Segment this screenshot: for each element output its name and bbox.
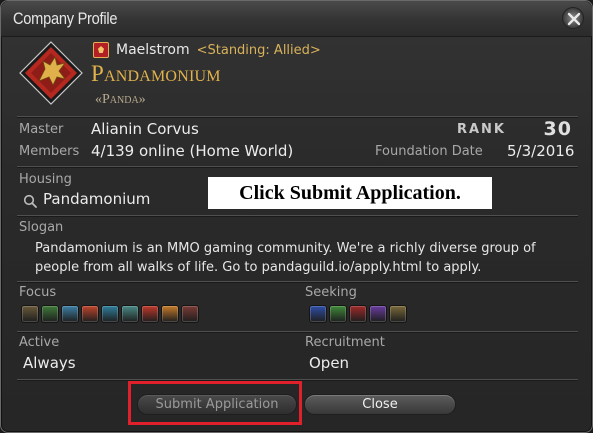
company-name: Pandamonium: [91, 61, 221, 86]
company-tag: «Panda»: [95, 92, 146, 107]
active-label: Active: [19, 335, 60, 350]
master-value: Alianin Corvus: [91, 120, 199, 138]
seeking-icons: [309, 305, 407, 323]
gatherer-icon: [389, 305, 407, 323]
title-bar: Company Profile: [1, 1, 592, 37]
seeking-label: Seeking: [305, 285, 357, 300]
divider: [17, 379, 578, 380]
members-label: Members: [19, 144, 80, 159]
healer-icon: [329, 305, 347, 323]
housing-label: Housing: [19, 172, 72, 187]
trials-icon: [141, 305, 159, 323]
role-playing-icon: [21, 305, 39, 323]
tank-icon: [309, 305, 327, 323]
master-label: Master: [19, 122, 64, 137]
divider: [17, 331, 578, 332]
guildhests-icon: [121, 305, 139, 323]
active-value: Always: [23, 354, 76, 372]
members-value: 4/139 online (Home World): [91, 142, 294, 160]
dungeons-icon: [101, 305, 119, 323]
divider: [17, 281, 578, 282]
company-profile-window: Company Profile Maelstrom <Standing: All…: [0, 0, 593, 433]
foundation-date-label: Foundation Date: [375, 144, 483, 159]
maelstrom-icon: [93, 42, 109, 58]
dps-icon: [349, 305, 367, 323]
divider: [17, 215, 578, 216]
grand-company-row: Maelstrom <Standing: Allied>: [93, 41, 321, 59]
crafter-icon: [369, 305, 387, 323]
close-button[interactable]: Close: [304, 394, 456, 415]
casual-icon: [61, 305, 79, 323]
housing-search-icon[interactable]: [23, 193, 37, 208]
divider: [17, 116, 578, 117]
rank-value: 30: [543, 118, 572, 140]
leveling-icon: [41, 305, 59, 323]
slogan-label: Slogan: [19, 220, 64, 235]
divider: [17, 166, 578, 167]
slogan-text: Pandamonium is an MMO gaming community. …: [35, 241, 536, 275]
highlight-box: [128, 381, 302, 425]
pvp-icon: [181, 305, 199, 323]
raids-icon: [161, 305, 179, 323]
housing-value[interactable]: Pandamonium: [43, 190, 150, 208]
close-window-icon[interactable]: [562, 7, 584, 29]
rank-label: RANK: [456, 122, 506, 137]
hardcore-icon: [81, 305, 99, 323]
grand-company-name: Maelstrom: [116, 42, 190, 58]
focus-label: Focus: [19, 285, 57, 300]
company-crest-icon: [19, 41, 83, 105]
recruitment-label: Recruitment: [305, 335, 385, 350]
instruction-overlay: Click Submit Application.: [208, 177, 492, 209]
foundation-date-value: 5/3/2016: [507, 142, 575, 160]
recruitment-value: Open: [309, 354, 350, 372]
focus-icons: [21, 305, 199, 323]
window-title: Company Profile: [13, 9, 118, 28]
standing-text: <Standing: Allied>: [196, 42, 321, 58]
